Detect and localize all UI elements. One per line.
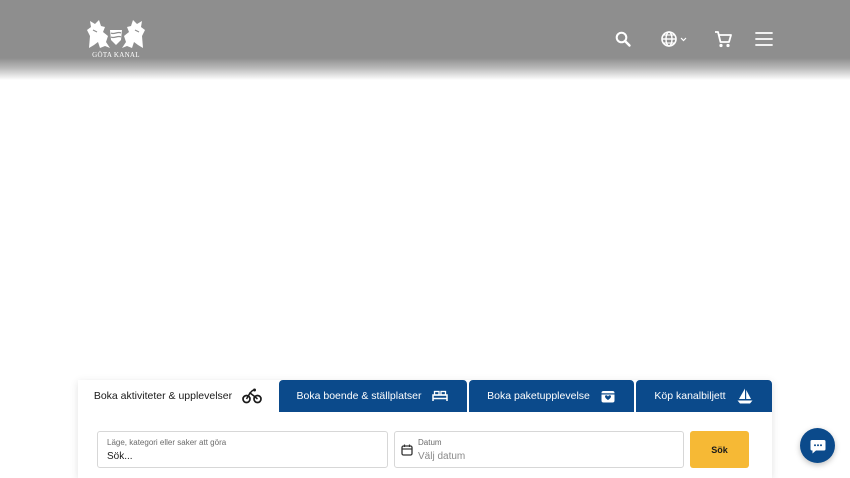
booking-panel: Boka aktiviteter & upplevelser Boka boen… [78, 380, 772, 478]
tab-accommodation[interactable]: Boka boende & ställplatser [279, 380, 467, 412]
language-selector[interactable] [659, 28, 689, 50]
globe-icon [661, 31, 687, 47]
gota-kanal-logo[interactable]: GÖTA KANAL [86, 18, 146, 62]
tab-canal-ticket[interactable]: Köp kanalbiljett [636, 380, 772, 412]
search-button[interactable]: Sök [690, 431, 749, 468]
date-field-placeholder[interactable]: Välj datum [418, 451, 465, 462]
gift-box-icon [601, 391, 615, 403]
site-header: GÖTA KANAL [0, 0, 850, 80]
tab-label: Köp kanalbiljett [654, 390, 726, 402]
tab-label: Boka boende & ställplatser [296, 390, 422, 402]
date-field[interactable]: Datum Välj datum [394, 431, 684, 468]
tab-label: Boka aktiviteter & upplevelser [93, 390, 233, 402]
date-field-label: Datum [418, 438, 442, 447]
tab-activities[interactable]: Boka aktiviteter & upplevelser [78, 380, 278, 412]
search-icon[interactable] [612, 28, 634, 50]
tab-label: Boka paketupplevelse [487, 390, 590, 402]
sailboat-icon [737, 388, 753, 404]
logo-text: GÖTA KANAL [92, 51, 140, 59]
location-search-field[interactable]: Läge, kategori eller saker att göra Sök.… [97, 431, 388, 468]
bicycle-icon [242, 388, 263, 404]
chat-bubble-icon [810, 439, 825, 453]
location-field-label: Läge, kategori eller saker att göra [107, 438, 227, 447]
bed-icon [432, 390, 449, 401]
lions-crest-icon [87, 20, 145, 48]
menu-icon[interactable] [753, 28, 775, 50]
calendar-icon [401, 444, 413, 456]
location-field-value[interactable]: Sök... [107, 451, 133, 462]
tab-package[interactable]: Boka paketupplevelse [469, 380, 634, 412]
cart-icon[interactable] [712, 28, 734, 50]
chat-button[interactable] [800, 428, 835, 463]
